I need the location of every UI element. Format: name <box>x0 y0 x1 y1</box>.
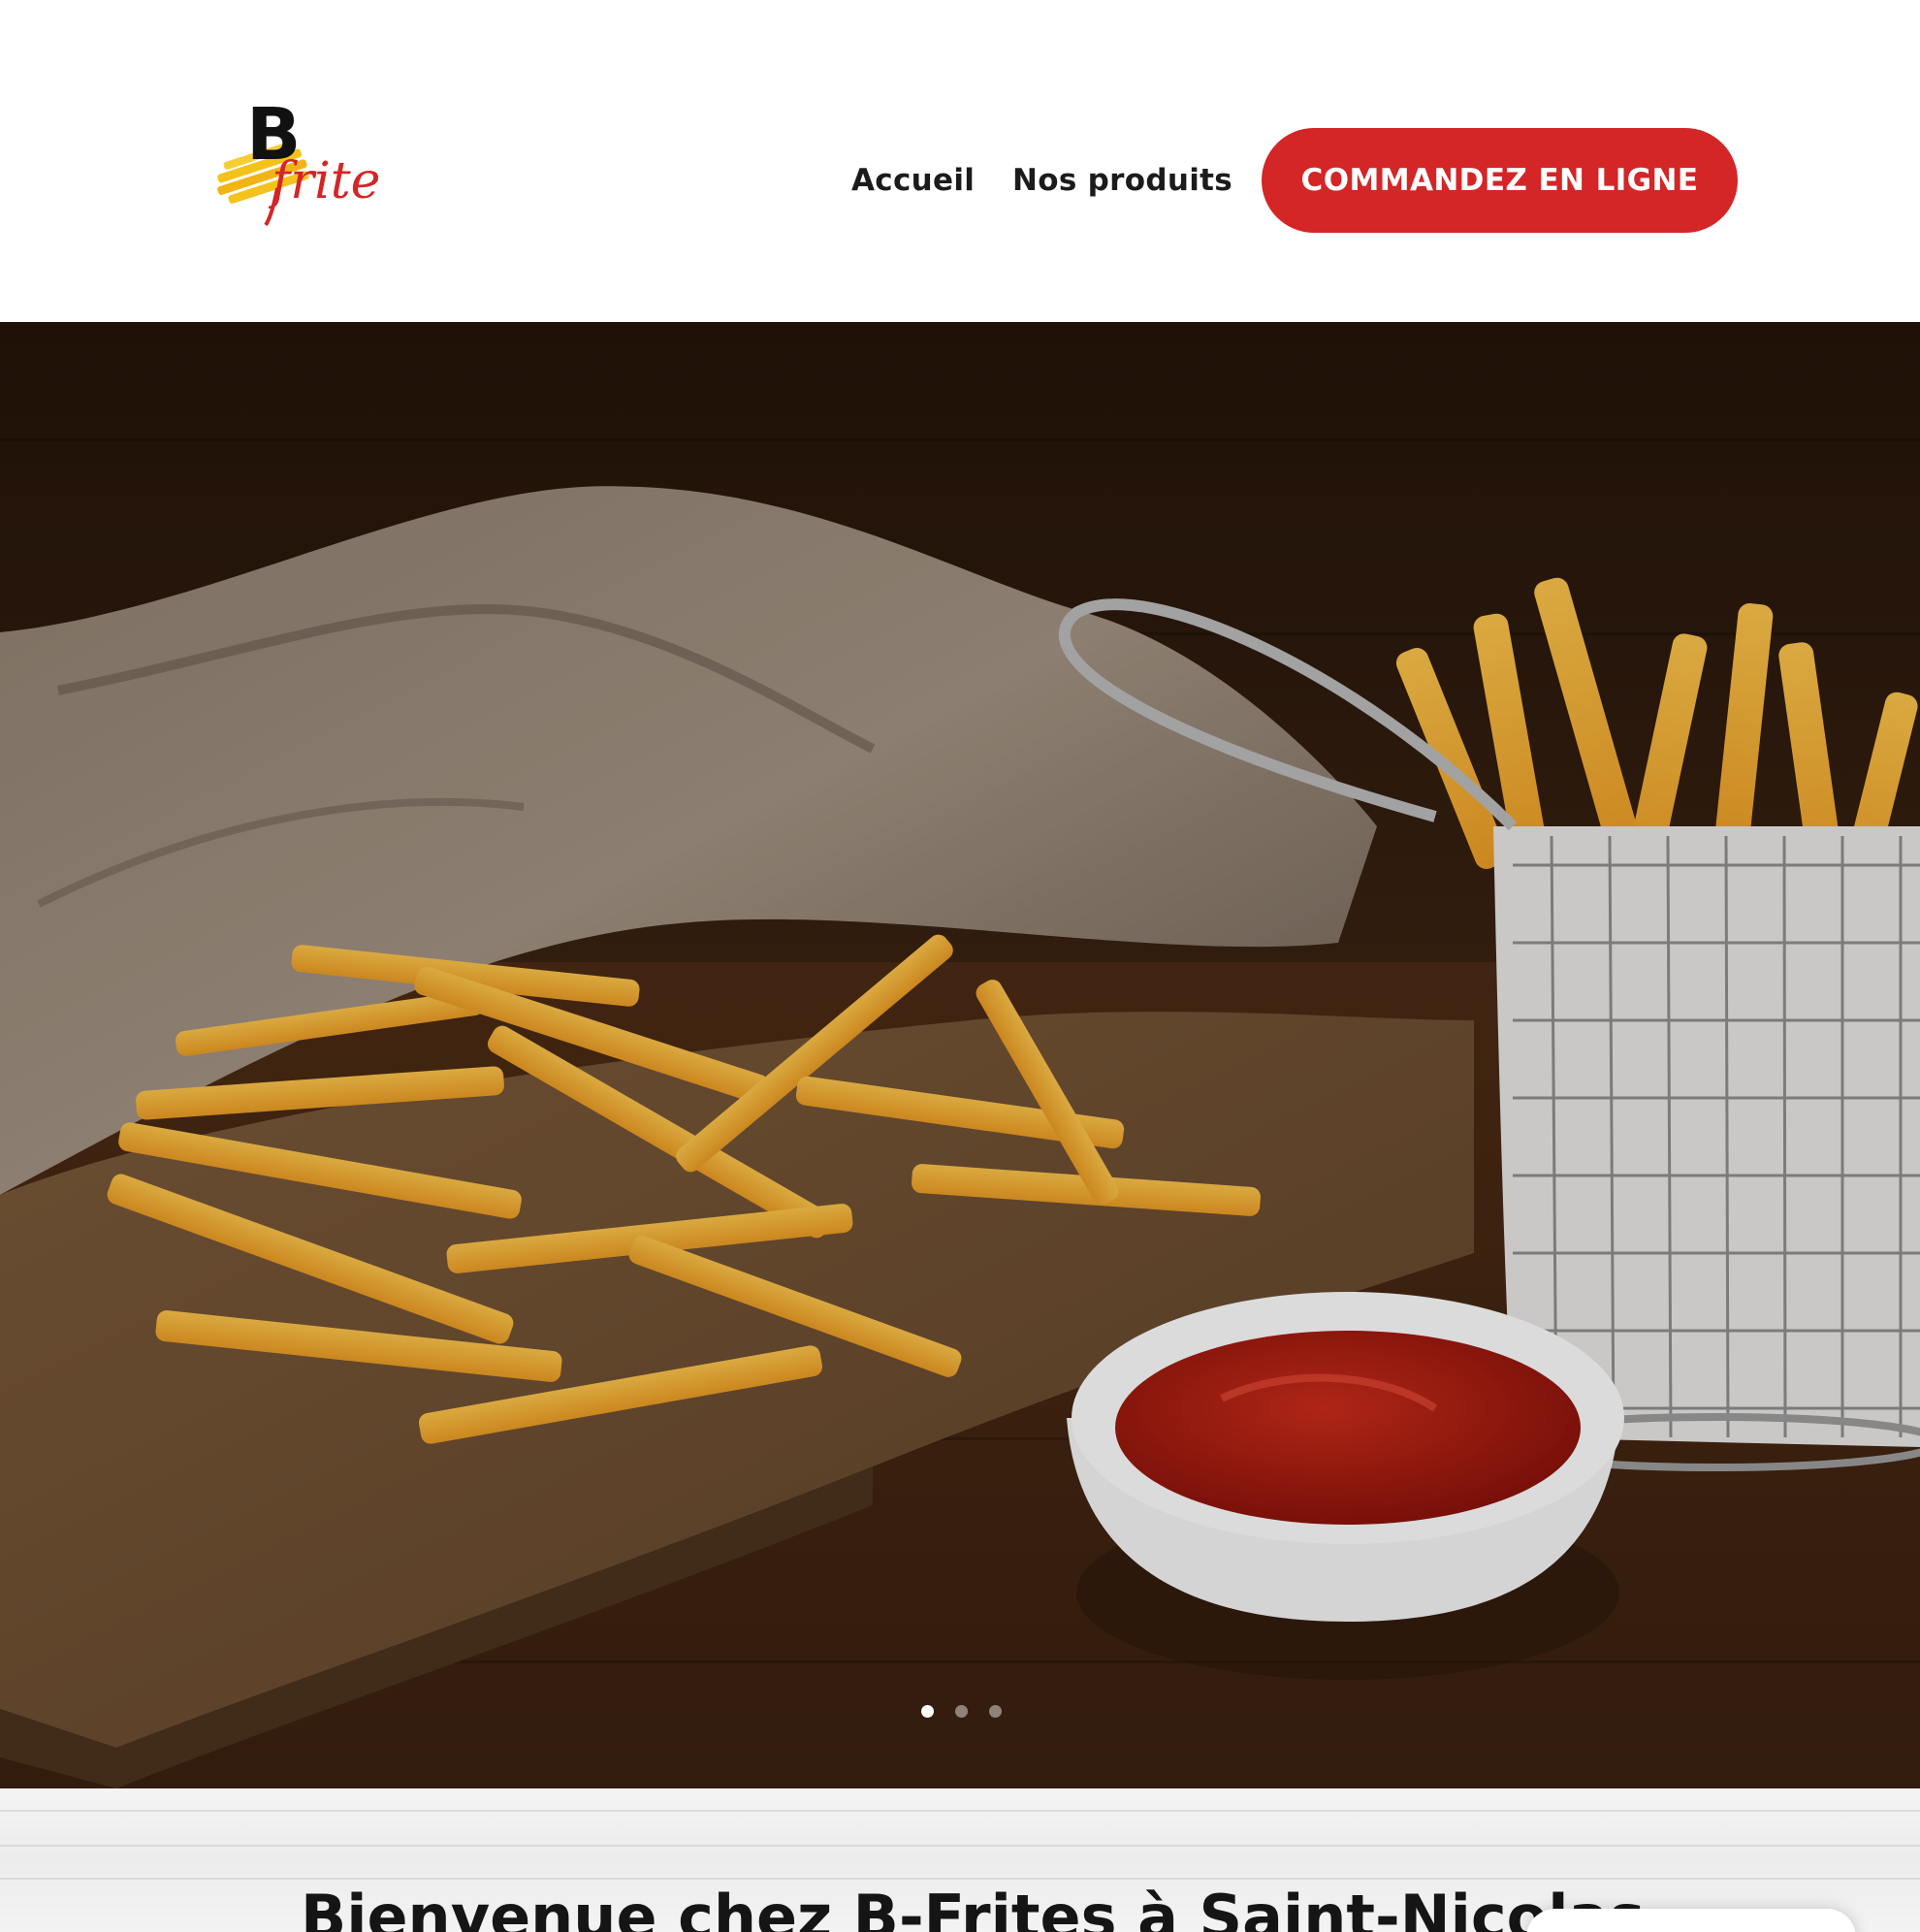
wood-grain <box>0 1810 1920 1812</box>
slider-dot-2[interactable] <box>955 1705 968 1718</box>
wood-grain <box>0 1845 1920 1847</box>
hero-slider <box>0 322 1920 1788</box>
order-online-button[interactable]: COMMANDEZ EN LIGNE <box>1262 128 1738 233</box>
nav-link-accueil[interactable]: Accueil <box>851 163 975 198</box>
nav-link-nos-produits[interactable]: Nos produits <box>1012 163 1232 198</box>
slider-dot-3[interactable] <box>989 1705 1002 1718</box>
welcome-title: Bienvenue chez B-Frites à Saint-Nicolas <box>301 1882 1646 1932</box>
chat-widget-button[interactable] <box>1526 1909 1856 1932</box>
site-header: B frite Accueil Nos produits COMMANDEZ E… <box>0 0 1920 322</box>
slider-dots <box>921 1705 1002 1718</box>
main-nav: Accueil Nos produits COMMANDEZ EN LIGNE <box>0 128 1920 233</box>
wood-grain <box>0 1878 1920 1880</box>
slider-dot-1[interactable] <box>921 1705 934 1718</box>
welcome-section: Bienvenue chez B-Frites à Saint-Nicolas <box>0 1788 1920 1932</box>
fries-ketchup-photo <box>0 322 1920 1788</box>
